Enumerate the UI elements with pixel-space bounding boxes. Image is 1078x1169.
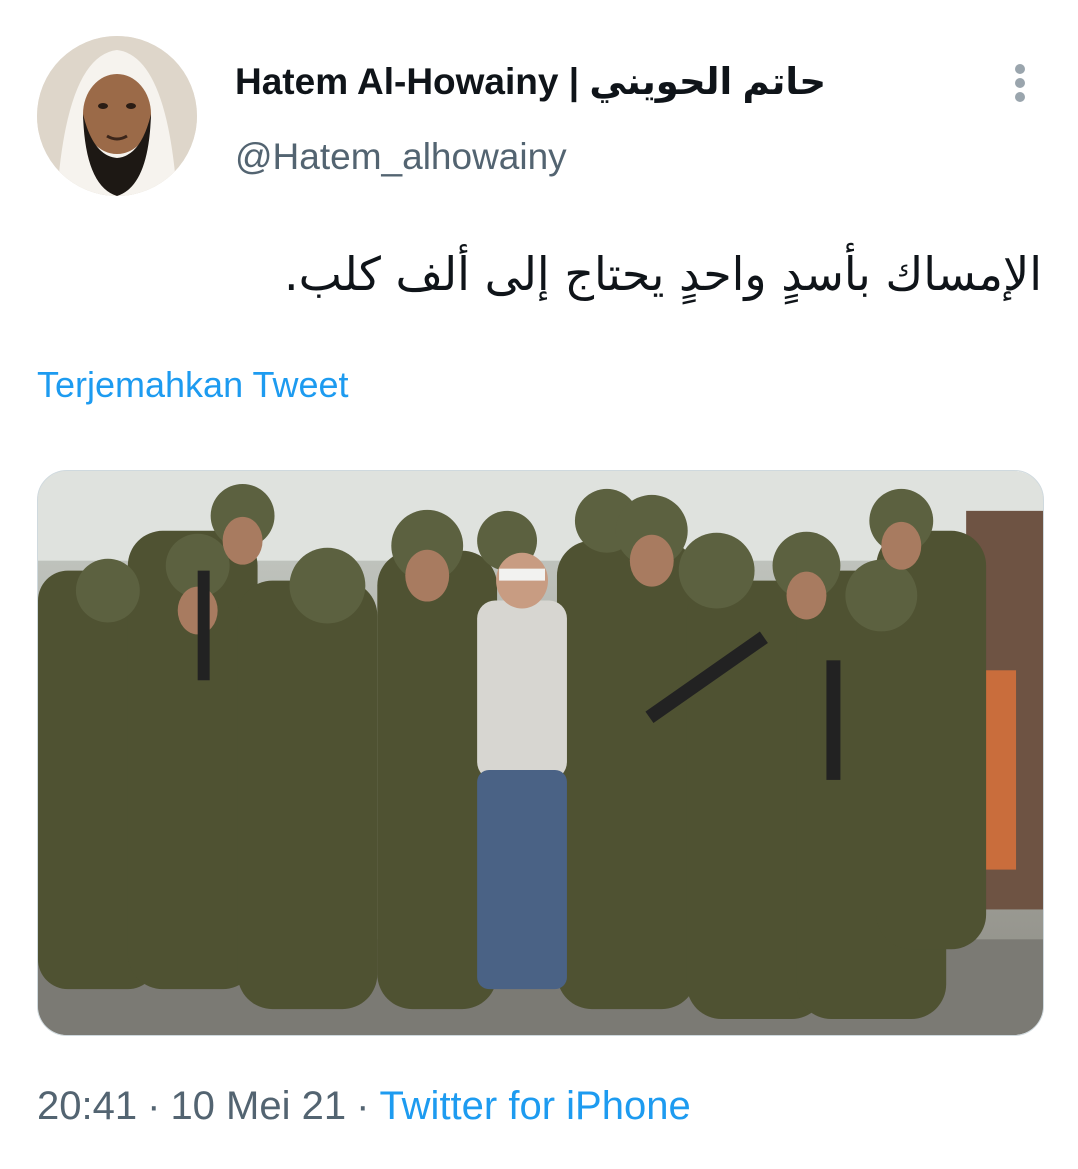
tweet-date[interactable]: 10 Mei 21 (170, 1084, 346, 1128)
meta-separator: · (147, 1084, 161, 1128)
tweet-media-photo[interactable] (37, 470, 1044, 1036)
more-options-button[interactable] (1000, 60, 1040, 106)
tweet-source-link[interactable]: Twitter for iPhone (379, 1084, 690, 1128)
author-handle[interactable]: @Hatem_alhowainy (235, 134, 567, 180)
avatar-image (37, 36, 197, 196)
author-display-name[interactable]: Hatem Al-Howainy | حاتم الحويني (235, 58, 826, 106)
tweet-photo-image (38, 471, 1043, 1035)
meta-separator: · (356, 1084, 370, 1128)
avatar[interactable] (37, 36, 197, 196)
tweet-time[interactable]: 20:41 (37, 1084, 137, 1128)
tweet-meta: 20:41 · 10 Mei 21 · Twitter for iPhone (37, 1080, 691, 1132)
tweet-text: الإمساك بأسدٍ واحدٍ يحتاج إلى ألف كلب. (284, 247, 1042, 301)
more-vertical-icon (1015, 64, 1025, 102)
translate-tweet-link[interactable]: Terjemahkan Tweet (37, 362, 349, 408)
